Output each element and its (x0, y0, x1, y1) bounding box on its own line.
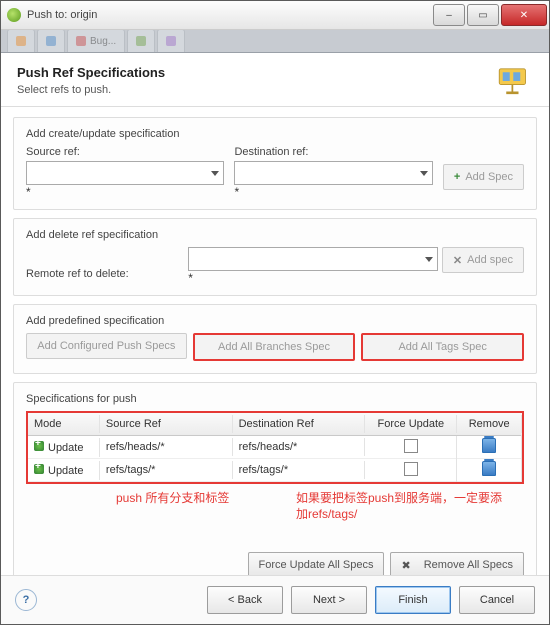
close-button[interactable]: ✕ (501, 4, 547, 26)
source-ref-cell: refs/heads/* (100, 438, 233, 456)
titlebar[interactable]: Push to: origin – ▭ ✕ (1, 1, 549, 30)
remote-ref-label: Remote ref to delete: (26, 268, 178, 280)
delete-spec-group: Add delete ref specification Remote ref … (13, 218, 537, 296)
remove-icon: ✖ (401, 559, 410, 572)
add-all-tags-spec-button[interactable]: Add All Tags Spec (361, 333, 524, 361)
tab[interactable] (127, 30, 155, 52)
add-spec-button[interactable]: +Add Spec (443, 164, 524, 190)
push-icon (497, 67, 533, 95)
background-tabstrip: Bug... (1, 30, 549, 53)
source-ref-combo[interactable] (26, 161, 224, 185)
col-mode[interactable]: Mode (28, 415, 100, 433)
col-remove[interactable]: Remove (457, 415, 522, 433)
wizard-header: Push Ref Specifications Select refs to p… (1, 53, 549, 107)
specs-table: Mode Source Ref Destination Ref Force Up… (26, 411, 524, 484)
help-button[interactable]: ? (15, 589, 37, 611)
destination-ref-cell: refs/tags/* (233, 461, 366, 479)
mode-cell: Update (48, 465, 83, 477)
source-ref-cell: refs/tags/* (100, 461, 233, 479)
tab[interactable] (7, 30, 35, 52)
required-marker: * (188, 273, 432, 283)
force-update-checkbox[interactable] (404, 462, 418, 476)
next-button[interactable]: Next > (291, 586, 367, 614)
remove-spec-button[interactable] (482, 438, 496, 453)
group-label: Add create/update specification (26, 128, 524, 140)
page-subtitle: Select refs to push. (17, 84, 487, 96)
minimize-button[interactable]: – (433, 4, 465, 26)
source-ref-label: Source ref: (26, 146, 218, 158)
back-button[interactable]: < Back (207, 586, 283, 614)
update-icon (34, 464, 44, 474)
mode-cell: Update (48, 442, 83, 454)
destination-ref-cell: refs/heads/* (233, 438, 366, 456)
cancel-button[interactable]: Cancel (459, 586, 535, 614)
destination-ref-combo[interactable] (234, 161, 432, 185)
required-marker: * (234, 187, 426, 197)
maximize-button[interactable]: ▭ (467, 4, 499, 26)
force-update-checkbox[interactable] (404, 439, 418, 453)
annotation-text: push 所有分支和标签 (116, 490, 229, 506)
window-title: Push to: origin (27, 9, 431, 21)
col-source-ref[interactable]: Source Ref (100, 415, 233, 433)
finish-button[interactable]: Finish (375, 586, 451, 614)
annotation-text: 如果要把标签push到服务端，一定要添加refs/tags/ (296, 490, 506, 522)
remove-all-specs-button[interactable]: ✖ Remove All Specs (390, 552, 524, 575)
col-force-update[interactable]: Force Update (365, 415, 457, 433)
annotation-layer: push 所有分支和标签 如果要把标签push到服务端，一定要添加refs/ta… (26, 484, 524, 544)
tab[interactable] (37, 30, 65, 52)
tab[interactable] (157, 30, 185, 52)
group-label: Specifications for push (26, 393, 524, 405)
specs-for-push-group: Specifications for push Mode Source Ref … (13, 382, 537, 575)
force-update-all-specs-button[interactable]: Force Update All Specs (248, 552, 385, 575)
x-icon: ✕ (453, 254, 462, 267)
add-all-branches-spec-button[interactable]: Add All Branches Spec (193, 333, 356, 361)
table-header: Mode Source Ref Destination Ref Force Up… (28, 413, 522, 436)
app-icon (7, 8, 21, 22)
required-marker: * (26, 187, 218, 197)
remove-spec-button[interactable] (482, 461, 496, 476)
add-delete-spec-button[interactable]: ✕Add spec (442, 247, 524, 273)
dialog-window: Push to: origin – ▭ ✕ Bug... Push Ref Sp… (0, 0, 550, 625)
tab[interactable]: Bug... (67, 30, 125, 52)
group-label: Add delete ref specification (26, 229, 524, 241)
table-row[interactable]: Update refs/tags/* refs/tags/* (28, 459, 522, 482)
destination-ref-label: Destination ref: (234, 146, 426, 158)
page-title: Push Ref Specifications (17, 65, 487, 80)
group-label: Add predefined specification (26, 315, 524, 327)
update-icon (34, 441, 44, 451)
col-destination-ref[interactable]: Destination Ref (233, 415, 366, 433)
create-spec-group: Add create/update specification Source r… (13, 117, 537, 210)
remote-ref-combo[interactable] (188, 247, 438, 271)
predefined-spec-group: Add predefined specification Add Configu… (13, 304, 537, 374)
wizard-body: Add create/update specification Source r… (1, 107, 549, 575)
add-configured-push-specs-button[interactable]: Add Configured Push Specs (26, 333, 187, 359)
plus-icon: + (454, 171, 460, 183)
wizard-footer: ? < Back Next > Finish Cancel (1, 575, 549, 624)
table-row[interactable]: Update refs/heads/* refs/heads/* (28, 436, 522, 459)
